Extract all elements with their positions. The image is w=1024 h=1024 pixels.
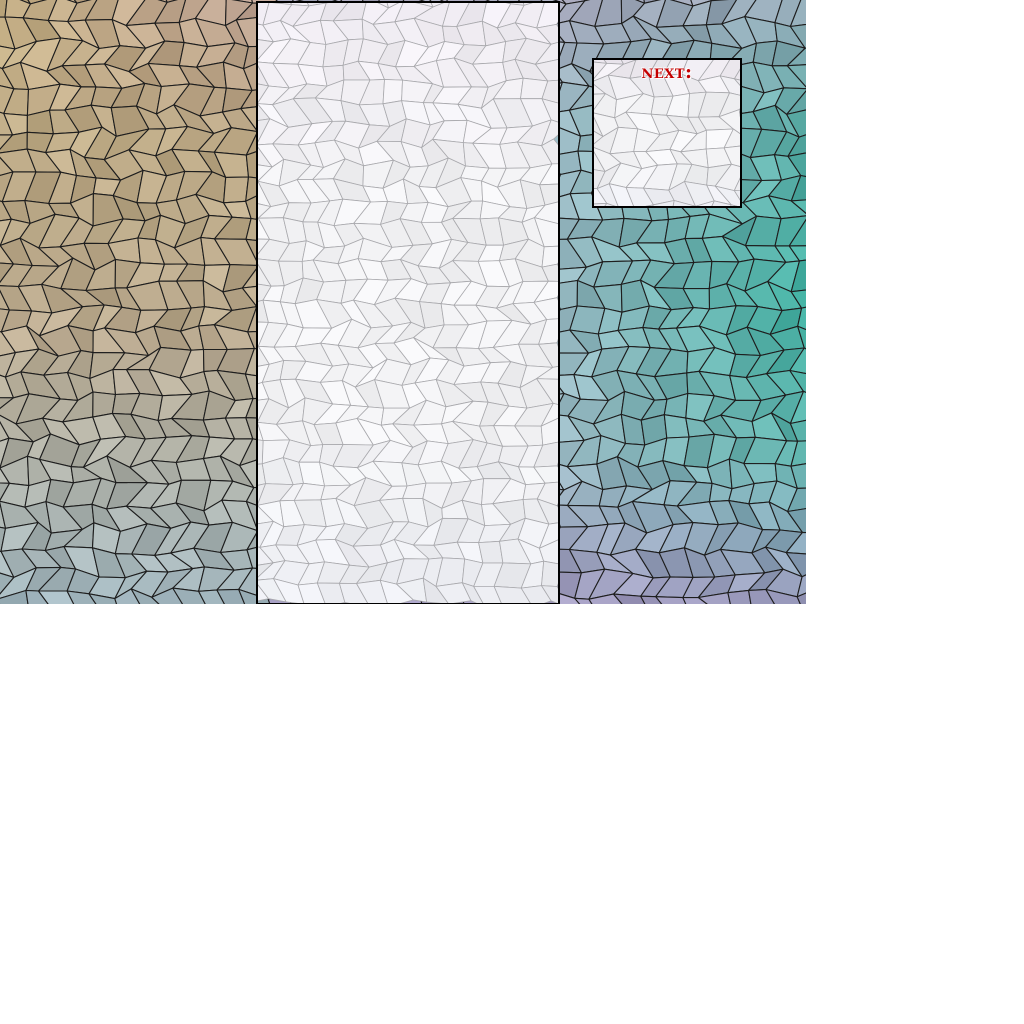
glass-tile	[382, 79, 403, 105]
playfield-well	[256, 1, 560, 604]
playfield-glass-texture	[258, 3, 558, 603]
next-piece-preview: next:	[592, 58, 742, 208]
glass-tile	[541, 245, 558, 268]
next-piece-label: next:	[641, 61, 693, 83]
game-screen: next:	[0, 0, 806, 604]
glass-tile	[223, 176, 250, 204]
glass-tile	[541, 560, 558, 587]
glass-tile	[478, 540, 504, 564]
